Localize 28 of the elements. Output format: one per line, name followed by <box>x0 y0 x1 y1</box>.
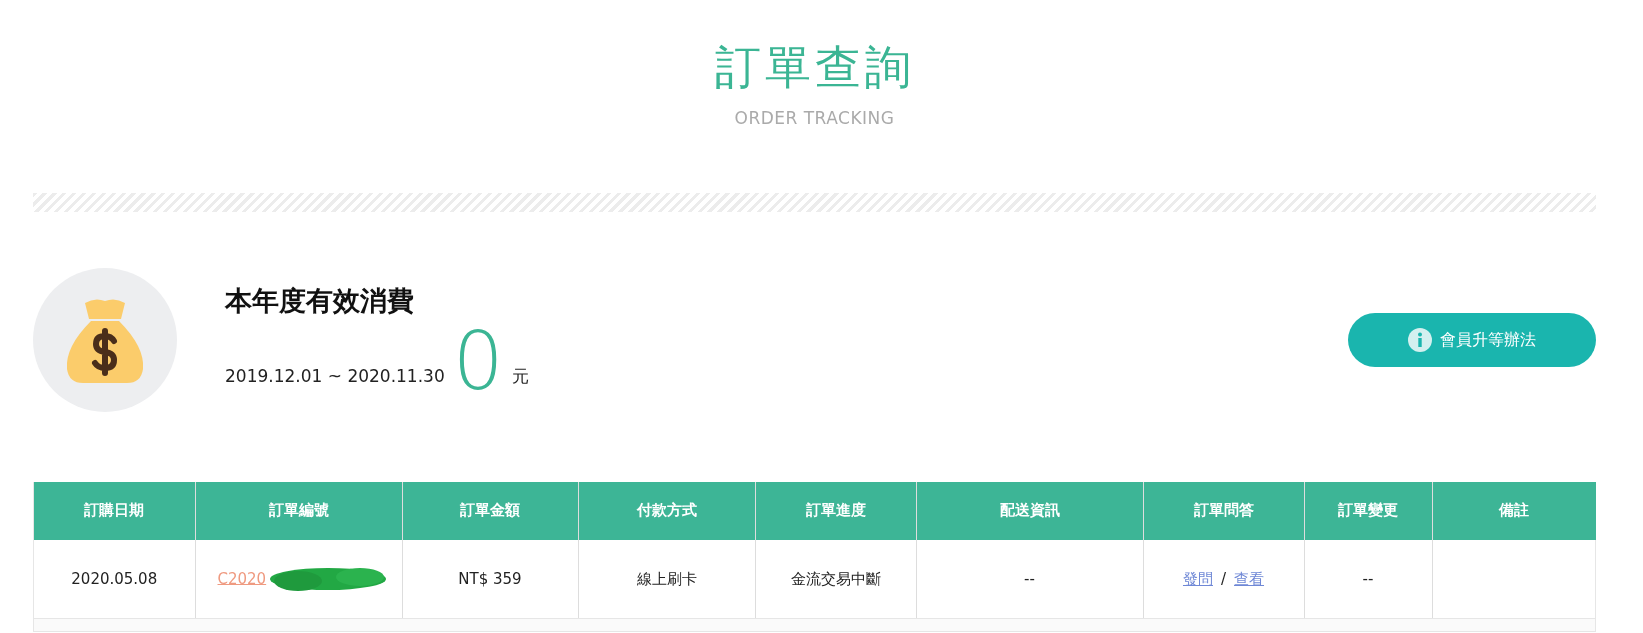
money-bag-icon <box>65 296 145 383</box>
column-header: 付款方式 <box>636 501 697 520</box>
column-header: 訂單進度 <box>805 501 866 520</box>
upgrade-button[interactable]: 會員升等辦法 <box>1348 312 1596 367</box>
column-header: 訂單變更 <box>1338 501 1398 520</box>
column-header: 訂單編號 <box>268 501 329 520</box>
info-icon <box>1408 327 1432 352</box>
page-subtitle: ORDER TRACKING <box>733 107 896 130</box>
column-header: 備註 <box>1499 501 1530 520</box>
column-header: 配送資訊 <box>999 501 1060 520</box>
separator: / <box>1220 569 1227 588</box>
table-cell: NT$ 359 <box>458 569 522 588</box>
currency-unit: 元 <box>511 365 529 389</box>
column-header: 訂單金額 <box>460 501 520 520</box>
spending-amount: 0 <box>452 325 504 398</box>
order-number-link[interactable]: C2020 <box>217 569 267 588</box>
table-cell: -- <box>1024 569 1035 588</box>
column-header: 訂單問答 <box>1193 501 1254 520</box>
view-link[interactable]: 查看 <box>1234 569 1265 588</box>
table-cell: 金流交易中斷 <box>790 569 881 588</box>
ask-link[interactable]: 發問 <box>1182 569 1213 588</box>
column-header: 訂購日期 <box>84 501 145 520</box>
table-cell: 線上刷卡 <box>636 569 697 588</box>
table-cell: -- <box>1362 569 1374 588</box>
period-text: 2019.12.01 ~ 2020.11.30 <box>225 365 445 389</box>
spending-label: 本年度有效消費 <box>225 284 415 319</box>
page-title: 訂單查詢 <box>713 44 916 90</box>
table-cell: 2020.05.08 <box>71 569 158 588</box>
